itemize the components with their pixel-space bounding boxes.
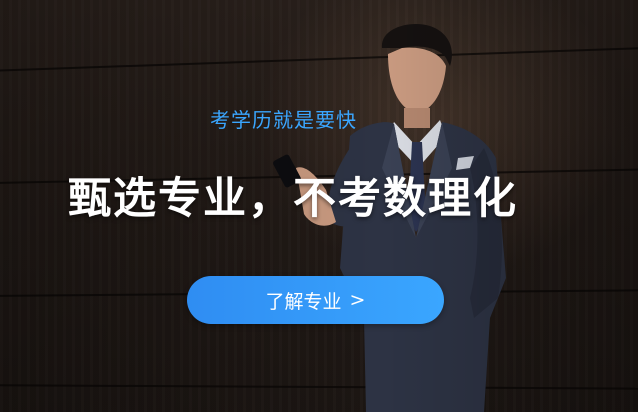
chevron-right-icon: > <box>349 289 366 311</box>
banner-headline: 甄选专业，不考数理化 <box>68 174 518 224</box>
banner-subtitle: 考学历就是要快 <box>210 108 357 132</box>
learn-major-button[interactable]: 了解专业 > <box>187 276 444 324</box>
learn-major-button-label: 了解专业 <box>265 290 342 313</box>
promo-banner[interactable]: 考学历就是要快 甄选专业，不考数理化 了解专业 > <box>0 0 638 412</box>
